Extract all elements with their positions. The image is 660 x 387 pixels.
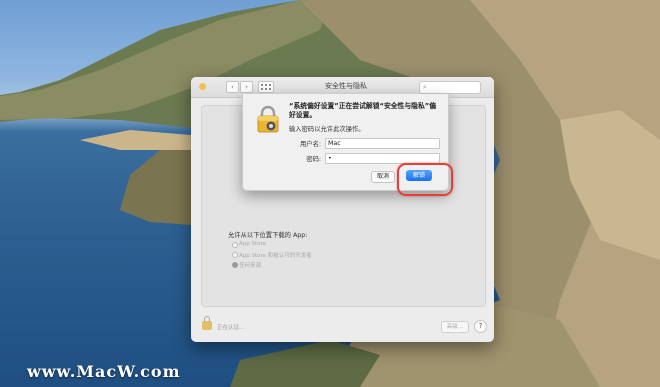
forward-button[interactable]: ›: [240, 81, 253, 93]
username-field[interactable]: Mac: [325, 138, 440, 149]
padlock-icon: [257, 105, 279, 133]
downloads-heading: 允许从以下位置下载的 App:: [228, 232, 308, 239]
radio-label-app-store: App Store: [239, 241, 267, 247]
advanced-button[interactable]: 高级…: [441, 321, 469, 333]
authenticating-status: 正在认证…: [217, 325, 245, 331]
show-all-grid-icon[interactable]: [258, 81, 274, 93]
watermark-text: www.MacW.com: [27, 362, 181, 381]
auth-dialog-message: 输入密码以允许此次操作。: [289, 126, 365, 133]
radio-anywhere[interactable]: [232, 262, 238, 268]
radio-identified-developers[interactable]: [232, 252, 238, 258]
password-label: 密码:: [306, 156, 321, 163]
magnifier-icon: ⌕: [423, 83, 427, 91]
minimize-light-icon[interactable]: [199, 83, 206, 90]
username-label: 用户名:: [299, 141, 321, 148]
back-button[interactable]: ‹: [226, 81, 239, 93]
lock-icon[interactable]: [202, 316, 212, 330]
search-field[interactable]: ⌕: [419, 81, 481, 94]
unlock-highlight-ring: [397, 163, 453, 196]
radio-label-anywhere: 任何来源: [239, 263, 262, 269]
radio-label-identified-developers: App Store 和被认可的开发者: [239, 253, 312, 259]
window-title: 安全性与隐私: [325, 82, 367, 90]
help-button[interactable]: ?: [474, 320, 487, 333]
window-bottom-bar: 正在认证… 高级… ?: [191, 313, 494, 342]
auth-dialog-title: “系统偏好设置”正在尝试解锁“安全性与隐私”偏好设置。: [289, 102, 437, 119]
radio-app-store[interactable]: [232, 242, 238, 248]
cancel-button[interactable]: 取消: [371, 171, 395, 183]
